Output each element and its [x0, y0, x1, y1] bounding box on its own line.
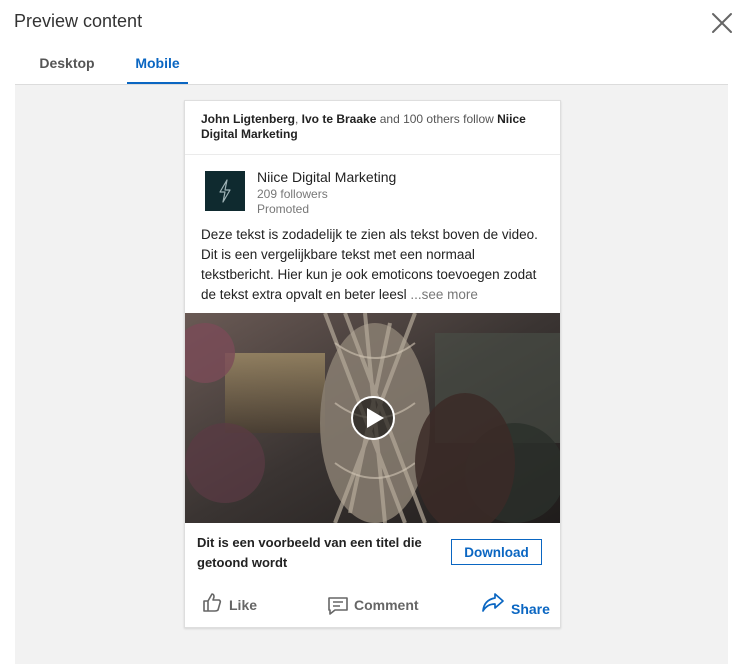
comment-label: Comment — [354, 597, 419, 613]
preview-stage: John Ligtenberg, Ivo te Braake and 100 o… — [15, 85, 728, 664]
video-headline: Dit is een voorbeeld van een titel die g… — [197, 535, 422, 570]
download-button[interactable]: Download — [451, 539, 542, 565]
video-player[interactable] — [185, 313, 560, 523]
company-name[interactable]: Niice Digital Marketing — [257, 169, 396, 185]
tab-mobile[interactable]: Mobile — [127, 44, 188, 84]
post-text-content: Deze tekst is zodadelijk te zien als tek… — [201, 227, 538, 302]
company-logo[interactable] — [205, 171, 245, 211]
close-icon — [712, 13, 732, 33]
see-more-link[interactable]: ...see more — [410, 287, 478, 302]
comment-button[interactable]: Comment — [327, 591, 437, 621]
video-thumbnail — [185, 313, 560, 523]
social-separator: , — [295, 112, 302, 126]
like-label: Like — [229, 597, 258, 613]
follower-name-1[interactable]: John Ligtenberg — [201, 112, 295, 126]
modal-title: Preview content — [14, 11, 143, 31]
follower-count: 209 followers — [257, 187, 328, 201]
like-button[interactable]: Like — [201, 591, 291, 621]
divider — [185, 154, 560, 155]
share-label: Share — [511, 601, 550, 617]
share-button[interactable]: Share — [481, 591, 556, 621]
social-rest: and 100 others follow — [376, 112, 498, 126]
tab-bar: Desktop Mobile — [15, 44, 728, 85]
promoted-label: Promoted — [257, 202, 310, 216]
like-icon — [203, 593, 222, 612]
tab-desktop[interactable]: Desktop — [27, 44, 107, 82]
follower-name-2[interactable]: Ivo te Braake — [302, 112, 377, 126]
close-button[interactable] — [709, 10, 735, 36]
post-text: Deze tekst is zodadelijk te zien als tek… — [201, 225, 546, 305]
lightning-icon — [219, 179, 231, 203]
comment-icon — [328, 597, 348, 615]
social-context: John Ligtenberg, Ivo te Braake and 100 o… — [201, 112, 546, 142]
share-icon — [482, 593, 504, 612]
post-card: John Ligtenberg, Ivo te Braake and 100 o… — [184, 100, 561, 628]
